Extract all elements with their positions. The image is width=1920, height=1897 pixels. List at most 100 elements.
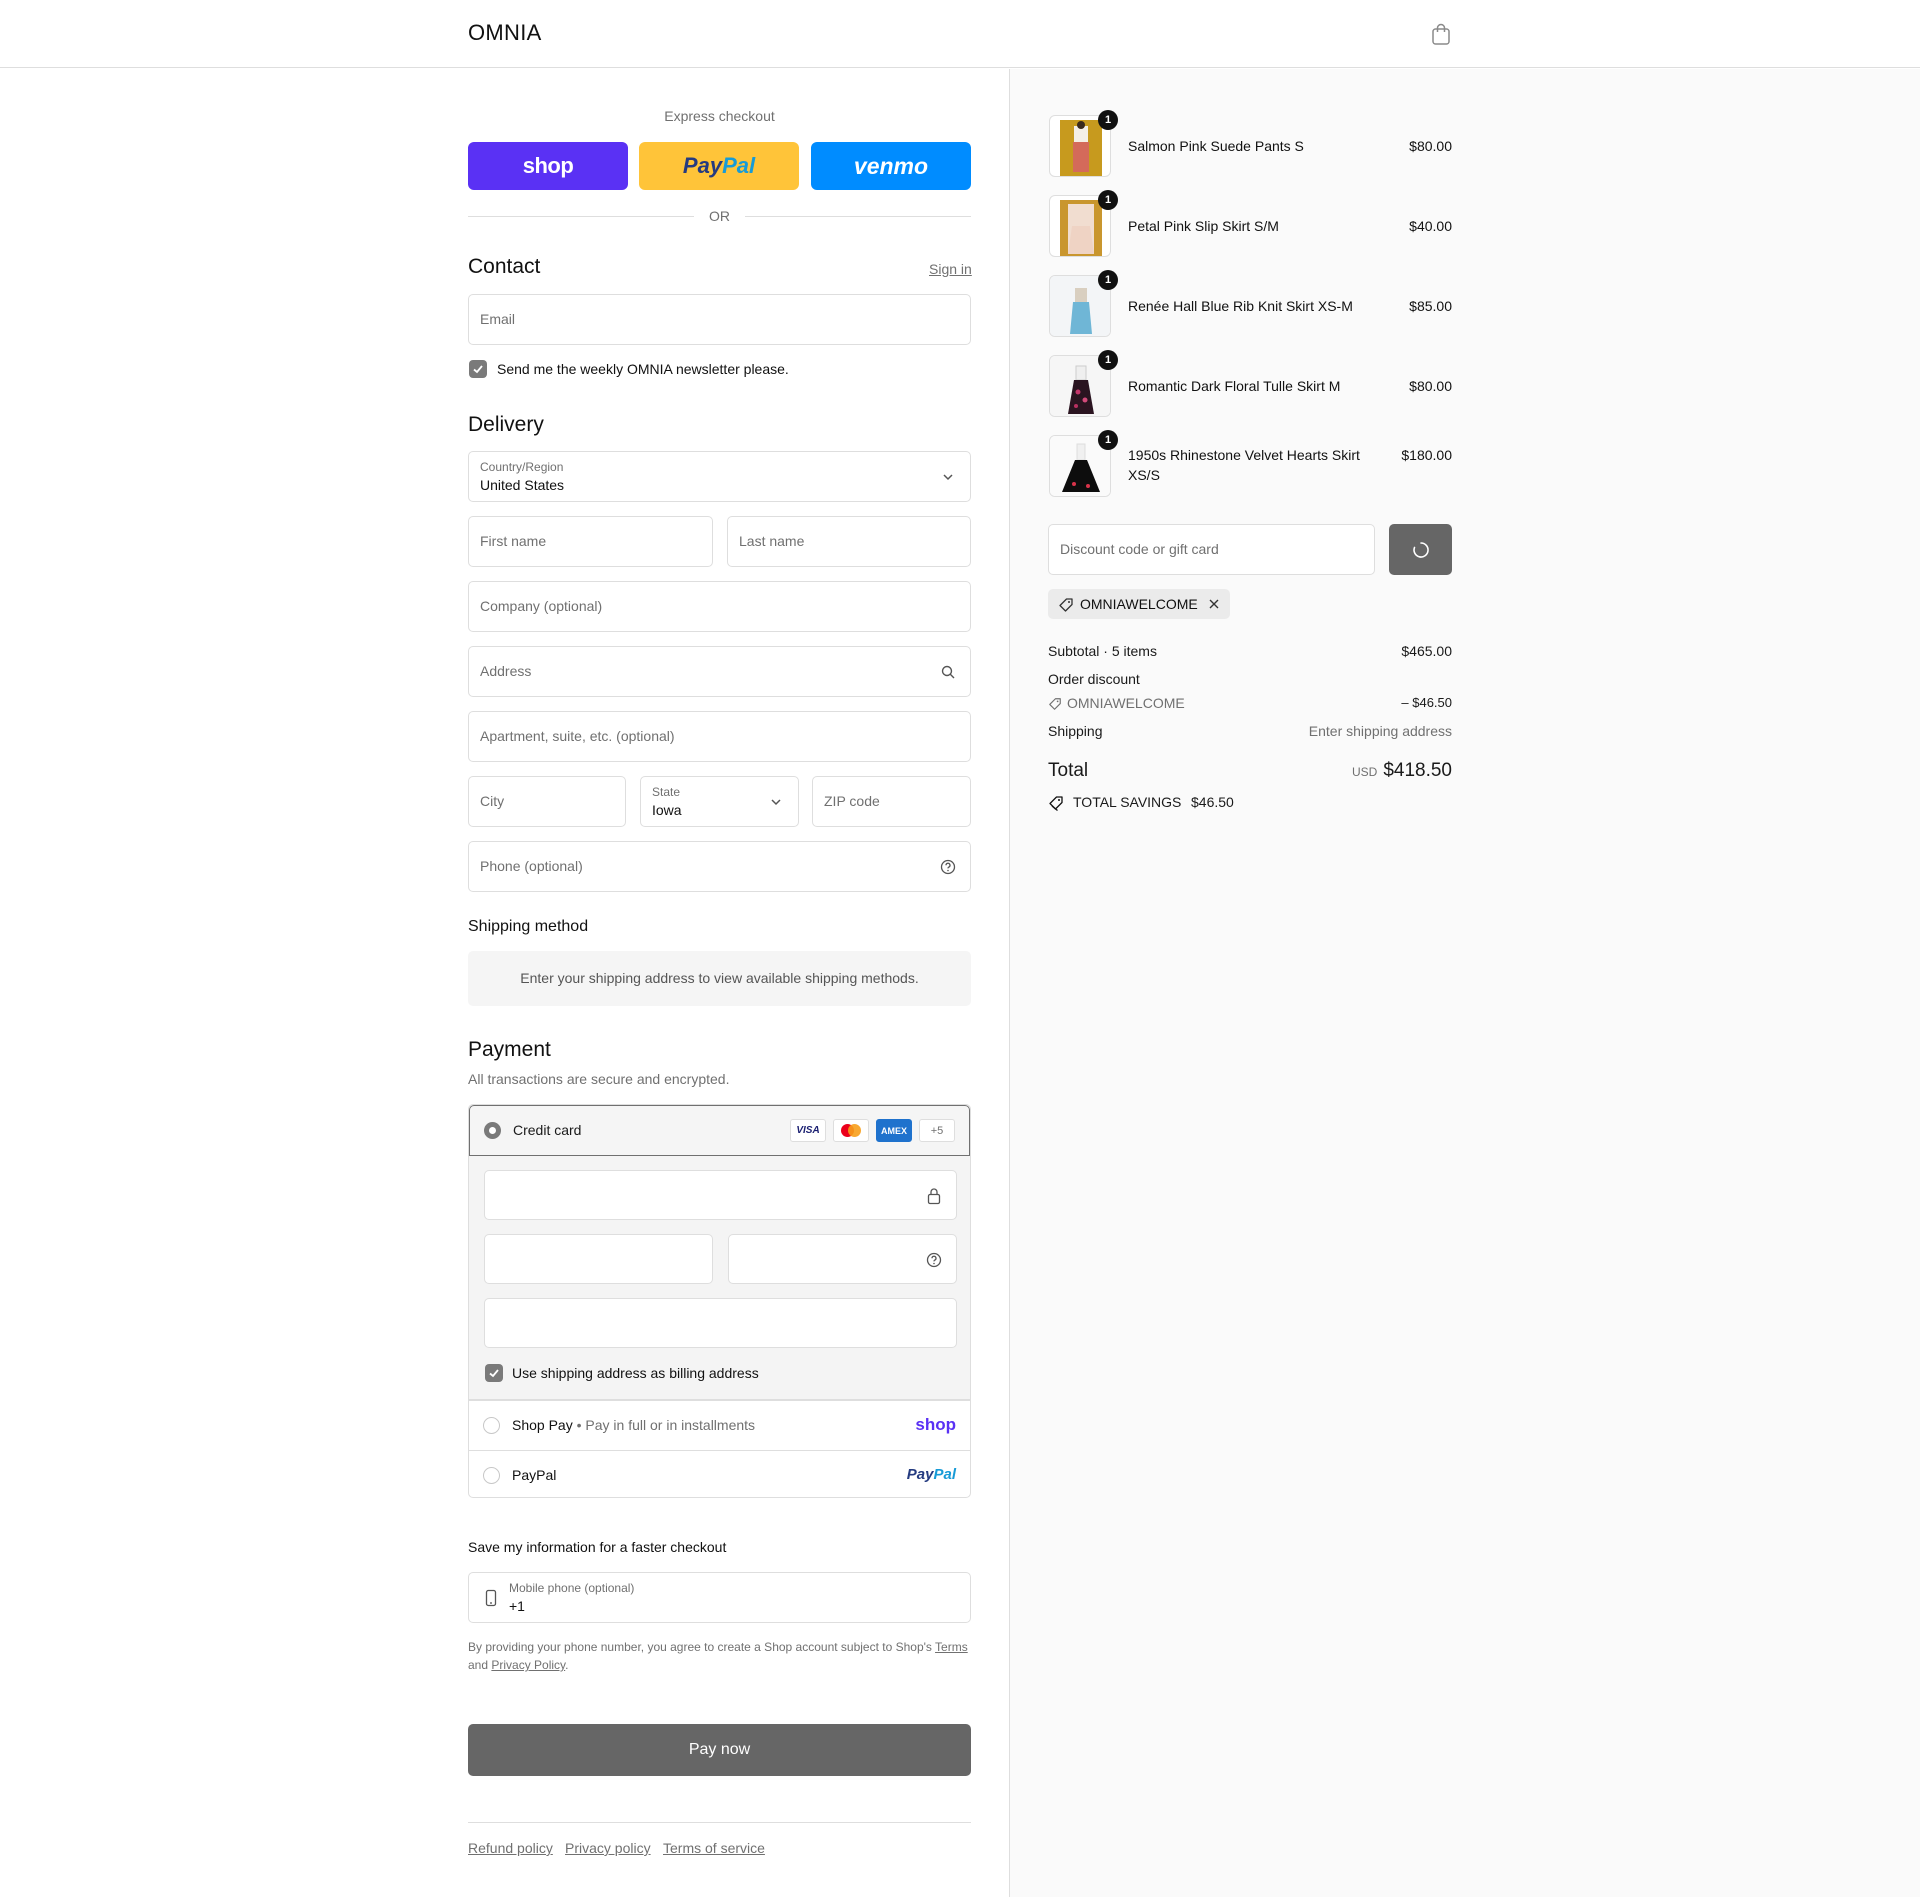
paypal-radio[interactable] bbox=[483, 1467, 500, 1484]
payment-title: Payment bbox=[468, 1038, 551, 1061]
newsletter-checkbox[interactable] bbox=[469, 360, 487, 378]
email-field[interactable]: Email bbox=[468, 294, 971, 345]
privacy-policy-footer-link[interactable]: Privacy policy bbox=[565, 1840, 651, 1856]
total-row: Total USD $418.50 bbox=[1048, 760, 1452, 786]
brand-logo[interactable]: OMNIA bbox=[468, 20, 542, 46]
check-icon bbox=[489, 1369, 499, 1378]
mastercard-icon bbox=[833, 1119, 869, 1142]
product-price: $80.00 bbox=[1409, 378, 1452, 394]
header: OMNIA bbox=[0, 0, 1920, 68]
country-select[interactable]: Country/Region United States bbox=[468, 451, 971, 502]
tag-icon bbox=[1049, 698, 1061, 710]
country-value: United States bbox=[480, 477, 565, 493]
credit-card-form: Use shipping address as billing address bbox=[469, 1156, 970, 1400]
mobile-phone-icon bbox=[485, 1589, 497, 1607]
order-summary-panel bbox=[1009, 69, 1920, 1897]
quantity-badge: 1 bbox=[1098, 110, 1118, 130]
payment-options: Credit card VISA AMEX +5 Use shipping ad… bbox=[468, 1104, 971, 1498]
paypal-option[interactable]: PayPal PayPal bbox=[469, 1450, 970, 1497]
tags-icon bbox=[1049, 796, 1063, 811]
state-select[interactable]: State Iowa bbox=[640, 776, 799, 827]
tag-icon bbox=[1059, 598, 1073, 612]
security-code-field[interactable] bbox=[728, 1234, 957, 1284]
first-name-field[interactable]: First name bbox=[468, 516, 713, 567]
payment-subtitle: All transactions are secure and encrypte… bbox=[468, 1071, 730, 1087]
expiration-date-field[interactable] bbox=[484, 1234, 713, 1284]
credit-card-option[interactable]: Credit card VISA AMEX +5 bbox=[469, 1105, 970, 1156]
paypal-express-button[interactable]: Pay Pal bbox=[639, 142, 799, 190]
refund-policy-link[interactable]: Refund policy bbox=[468, 1840, 553, 1856]
apartment-placeholder: Apartment, suite, etc. (optional) bbox=[480, 728, 675, 744]
email-placeholder: Email bbox=[480, 311, 516, 327]
terms-link[interactable]: Terms bbox=[935, 1640, 968, 1654]
mobile-phone-value: +1 bbox=[509, 1598, 525, 1614]
shop-pay-radio[interactable] bbox=[483, 1417, 500, 1434]
total-label: Total bbox=[1048, 760, 1089, 781]
shipping-method-title: Shipping method bbox=[468, 918, 589, 935]
credit-card-radio[interactable] bbox=[484, 1122, 501, 1139]
close-icon[interactable] bbox=[1208, 598, 1220, 610]
product-price: $180.00 bbox=[1401, 447, 1452, 463]
venmo-express-button[interactable]: venmo bbox=[811, 142, 971, 190]
chevron-down-icon bbox=[771, 799, 781, 806]
mobile-phone-field[interactable]: Mobile phone (optional) +1 bbox=[468, 1572, 971, 1623]
terms-of-service-link[interactable]: Terms of service bbox=[663, 1840, 765, 1856]
check-icon bbox=[473, 365, 483, 374]
shop-pay-sub: Pay in full or in installments bbox=[585, 1417, 756, 1433]
phone-field[interactable]: Phone (optional) bbox=[468, 841, 971, 892]
city-placeholder: City bbox=[480, 793, 505, 809]
shopping-bag-icon[interactable] bbox=[1430, 22, 1452, 46]
address-field[interactable]: Address bbox=[468, 646, 971, 697]
privacy-policy-link[interactable]: Privacy Policy bbox=[491, 1658, 565, 1672]
first-name-placeholder: First name bbox=[480, 533, 547, 549]
card-number-field[interactable] bbox=[484, 1170, 957, 1220]
product-name: Renée Hall Blue Rib Knit Skirt XS-M bbox=[1128, 298, 1353, 314]
country-label: Country/Region bbox=[480, 460, 564, 474]
shop-pay-option[interactable]: Shop Pay • Pay in full or in installment… bbox=[469, 1400, 970, 1450]
quantity-badge: 1 bbox=[1098, 350, 1118, 370]
last-name-placeholder: Last name bbox=[739, 533, 805, 549]
product-name: Romantic Dark Floral Tulle Skirt M bbox=[1128, 378, 1341, 394]
paypal-logo: PayPal bbox=[906, 1466, 956, 1483]
newsletter-label: Send me the weekly OMNIA newsletter plea… bbox=[497, 361, 789, 377]
delivery-title: Delivery bbox=[468, 413, 544, 436]
phone-placeholder: Phone (optional) bbox=[480, 858, 583, 874]
zip-placeholder: ZIP code bbox=[824, 793, 880, 809]
express-checkout-title: Express checkout bbox=[664, 108, 775, 124]
product-name: 1950s Rhinestone Velvet Hearts Skirt XS/… bbox=[1128, 447, 1360, 483]
search-icon bbox=[941, 665, 955, 679]
zip-field[interactable]: ZIP code bbox=[812, 776, 971, 827]
total-value: $418.50 bbox=[1383, 760, 1452, 781]
discount-code-placeholder: Discount code or gift card bbox=[1060, 541, 1219, 557]
company-placeholder: Company (optional) bbox=[480, 598, 603, 614]
help-icon[interactable] bbox=[940, 859, 956, 875]
discount-code-label: OMNIAWELCOME bbox=[1067, 695, 1185, 711]
apply-discount-button[interactable] bbox=[1389, 524, 1452, 575]
shop-legal-text: By providing your phone number, you agre… bbox=[468, 1640, 968, 1672]
billing-same-label: Use shipping address as billing address bbox=[512, 1365, 759, 1381]
mobile-phone-label: Mobile phone (optional) bbox=[509, 1581, 635, 1595]
total-savings-value: $46.50 bbox=[1191, 794, 1234, 810]
help-icon[interactable] bbox=[926, 1252, 942, 1268]
shop-pay-express-button[interactable]: shop bbox=[468, 142, 628, 190]
contact-title: Contact bbox=[468, 255, 541, 278]
subtotal-value: $465.00 bbox=[1401, 643, 1452, 659]
applied-discount-code: OMNIAWELCOME bbox=[1080, 596, 1198, 612]
pay-now-button[interactable]: Pay now bbox=[468, 1724, 971, 1776]
or-label: OR bbox=[709, 208, 730, 224]
last-name-field[interactable]: Last name bbox=[727, 516, 971, 567]
shipping-value: Enter shipping address bbox=[1308, 723, 1452, 739]
discount-code-input[interactable]: Discount code or gift card bbox=[1048, 524, 1375, 575]
credit-card-label: Credit card bbox=[513, 1122, 582, 1138]
billing-same-checkbox[interactable] bbox=[485, 1364, 503, 1382]
company-field[interactable]: Company (optional) bbox=[468, 581, 971, 632]
name-on-card-field[interactable] bbox=[484, 1298, 957, 1348]
subtotal-label: Subtotal · 5 items bbox=[1048, 643, 1157, 659]
product-name: Salmon Pink Suede Pants S bbox=[1128, 138, 1304, 154]
sign-in-link[interactable]: Sign in bbox=[929, 261, 972, 277]
city-field[interactable]: City bbox=[468, 776, 626, 827]
chevron-down-icon bbox=[943, 474, 953, 481]
total-savings-label: TOTAL SAVINGS bbox=[1073, 794, 1182, 810]
apartment-field[interactable]: Apartment, suite, etc. (optional) bbox=[468, 711, 971, 762]
product-price: $80.00 bbox=[1409, 138, 1452, 154]
